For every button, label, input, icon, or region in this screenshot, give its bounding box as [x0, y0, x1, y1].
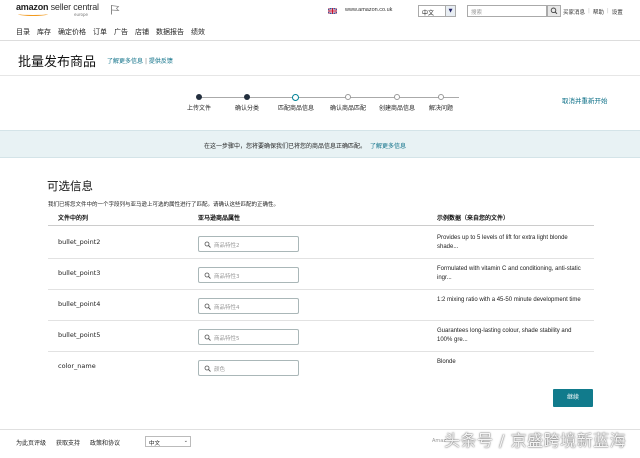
get-support-link[interactable]: 获取支持: [56, 438, 80, 447]
step-label-upload: 上传文件: [186, 105, 212, 112]
continue-button[interactable]: 继续: [553, 389, 593, 407]
footer-links: 为此页评级 获取支持 政策和协议: [16, 438, 120, 447]
attribute-placeholder: 商品特性3: [214, 274, 240, 280]
step-dot-create: [394, 94, 400, 100]
nav-stores[interactable]: 店铺: [135, 27, 149, 37]
nav-advertising[interactable]: 广告: [114, 27, 128, 37]
policies-link[interactable]: 政策和协议: [90, 438, 120, 447]
step-label-match: 匹配商品信息: [277, 105, 315, 112]
section-title: 可选信息: [47, 179, 93, 193]
banner-text: 在这一步骤中，您将要确保我们已将您的商品信息正确匹配。 了解更多信息: [204, 141, 406, 150]
feedback-link[interactable]: 提供反馈: [149, 58, 173, 65]
amazon-seller-central-logo[interactable]: amazon seller central europe: [16, 2, 100, 20]
chevron-down-icon: ⌄: [183, 438, 188, 444]
nav-pricing[interactable]: 确定价格: [58, 27, 86, 37]
buyer-messages-link[interactable]: 买家消息: [563, 8, 585, 16]
divider: [0, 75, 640, 76]
sample-data: Formulated with vitamin C and conditioni…: [437, 266, 581, 281]
progress-track: [199, 97, 459, 98]
section-description: 我们已将您文件中的一个字段列与亚马逊上可选的属性进行了匹配。请确认这些匹配的正确…: [48, 202, 280, 208]
table-row: color_name 颜色 Blonde: [48, 352, 594, 383]
marketplace-url[interactable]: www.amazon.co.uk: [345, 7, 392, 13]
sample-data: Blonde: [437, 359, 456, 365]
watermark: 头条号 / 京盛跨境新蓝海: [444, 431, 627, 450]
step-dot-category: [244, 94, 250, 100]
file-column-name: bullet_point4: [58, 300, 101, 308]
settings-link[interactable]: 设置: [612, 8, 623, 16]
title-links: 了解更多信息 | 提供反馈: [107, 56, 173, 65]
logo-region: europe: [74, 12, 88, 17]
table-row: bullet_point2 商品特性2 Provides up to 5 lev…: [48, 228, 594, 259]
sample-data: 1:2 mixing ratio with a 45-50 minute dev…: [437, 297, 581, 303]
step-dot-confirm: [345, 94, 351, 100]
step-label-resolve: 解决问题: [428, 105, 454, 112]
chevron-down-icon: ▼: [445, 6, 455, 16]
banner-message: 在这一步骤中，您将要确保我们已将您的商品信息正确匹配。: [204, 143, 367, 150]
file-column-name: bullet_point2: [58, 238, 101, 246]
nav-catalog[interactable]: 目录: [16, 27, 30, 37]
info-banner: 在这一步骤中，您将要确保我们已将您的商品信息正确匹配。 了解更多信息: [0, 130, 640, 158]
main-nav: 目录 库存 确定价格 订单 广告 店铺 数据报告 绩效: [16, 27, 205, 37]
step-dot-upload: [196, 94, 202, 100]
attribute-search-input[interactable]: 商品特性4: [198, 298, 299, 314]
search-icon: [204, 303, 211, 310]
separator: |: [606, 8, 609, 14]
help-link[interactable]: 帮助: [593, 8, 604, 16]
logo-text: amazon seller central: [16, 2, 99, 12]
search-icon: [550, 7, 558, 15]
footer-language-value: 中文: [149, 441, 161, 447]
step-label-category: 确认分类: [234, 105, 260, 112]
step-label-create: 创建商品信息: [378, 105, 416, 112]
file-column-name: color_name: [58, 362, 96, 370]
footer-language-select[interactable]: 中文 ⌄: [145, 436, 191, 447]
nav-orders[interactable]: 订单: [93, 27, 107, 37]
attribute-search-input[interactable]: 商品特性3: [198, 267, 299, 283]
search-button[interactable]: [547, 5, 561, 17]
column-header-file: 文件中的列: [58, 215, 89, 222]
nav-inventory[interactable]: 库存: [37, 27, 51, 37]
step-dot-resolve: [438, 94, 444, 100]
page-title: 批量发布商品: [18, 55, 97, 70]
search-input[interactable]: 搜索: [467, 5, 547, 17]
search-icon: [204, 365, 211, 372]
learn-more-link[interactable]: 了解更多信息: [107, 58, 143, 65]
separator: |: [144, 58, 147, 65]
banner-learn-more-link[interactable]: 了解更多信息: [370, 143, 406, 150]
top-bar: amazon seller central europe www.amazon.…: [0, 0, 640, 22]
top-links: 买家消息 | 帮助 | 设置: [563, 8, 623, 16]
sample-data: Provides up to 5 levels of lift for extr…: [437, 235, 568, 250]
search-icon: [204, 272, 211, 279]
flag-icon[interactable]: [110, 4, 120, 15]
separator: |: [588, 8, 590, 14]
table-row: bullet_point3 商品特性3 Formulated with vita…: [48, 259, 594, 290]
attribute-search-input[interactable]: 商品特性2: [198, 236, 299, 252]
file-column-name: bullet_point5: [58, 331, 101, 339]
nav-performance[interactable]: 绩效: [191, 27, 205, 37]
cancel-restart-link[interactable]: 取消并重新开始: [562, 95, 608, 105]
search-icon: [204, 241, 211, 248]
logo-smile: [18, 12, 48, 16]
attribute-placeholder: 商品特性2: [214, 243, 240, 249]
file-column-name: bullet_point3: [58, 269, 101, 277]
column-header-attribute: 亚马逊商品属性: [198, 215, 241, 222]
nav-reports[interactable]: 数据报告: [156, 27, 184, 37]
attribute-placeholder: 商品特性5: [214, 336, 240, 342]
uk-flag-icon: [328, 8, 337, 14]
attribute-placeholder: 颜色: [214, 367, 226, 373]
attribute-placeholder: 商品特性4: [214, 305, 240, 311]
language-select-value: 中文: [422, 10, 435, 17]
rate-page-link[interactable]: 为此页评级: [16, 438, 46, 447]
sample-data: Guarantees long-lasting colour, shade st…: [437, 328, 572, 343]
table-row: bullet_point5 商品特性5 Guarantees long-last…: [48, 321, 594, 352]
step-label-confirm: 确认商品匹配: [329, 105, 367, 112]
attribute-search-input[interactable]: 商品特性5: [198, 329, 299, 345]
step-dot-match: [292, 93, 299, 101]
column-header-sample: 示例数据（来自您的文件）: [437, 215, 510, 222]
divider: [0, 40, 640, 41]
language-select[interactable]: 中文 ▼: [418, 5, 456, 17]
table-row: bullet_point4 商品特性4 1:2 mixing ratio wit…: [48, 290, 594, 321]
attribute-search-input[interactable]: 颜色: [198, 360, 299, 376]
search-icon: [204, 334, 211, 341]
divider: [48, 225, 594, 226]
